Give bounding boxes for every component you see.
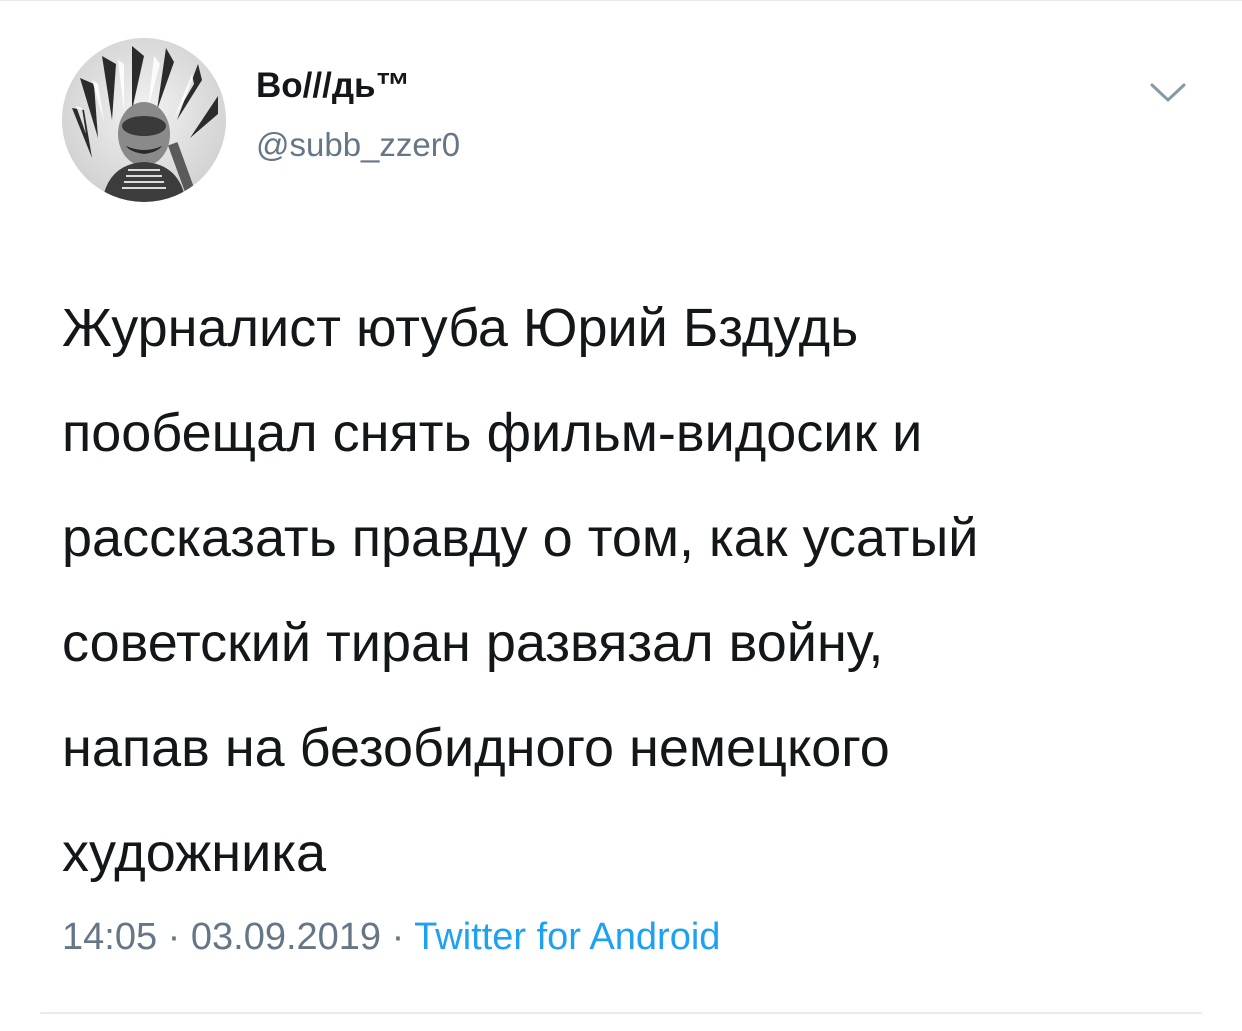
top-divider <box>0 0 1242 1</box>
tweet-text-line: советский тиран развязал войну, <box>62 613 884 673</box>
tweet-text-line: рассказать правду о том, как усатый <box>62 508 979 568</box>
author-handle[interactable]: @subb_zzer0 <box>256 128 460 161</box>
meta-separator: · <box>167 916 181 958</box>
tweet-source-link[interactable]: Twitter for Android <box>414 916 720 958</box>
avatar[interactable] <box>62 38 226 202</box>
bottom-divider <box>40 1012 1202 1014</box>
meta-separator: · <box>391 916 405 958</box>
author-display-name[interactable]: Во///дь™ <box>256 68 411 103</box>
chevron-down-icon[interactable] <box>1148 80 1188 106</box>
avatar-image <box>62 38 226 202</box>
tweet-time[interactable]: 14:05 <box>62 916 157 958</box>
tweet-text-line: художника <box>62 823 327 883</box>
tweet-text-line: пообещал снять фильм-видосик и <box>62 403 923 463</box>
tweet-text-line: Журналист ютуба Юрий Бздудь <box>62 298 859 358</box>
tweet-metadata: 14:05 · 03.09.2019 · Twitter for Android <box>62 918 720 956</box>
tweet-text-line: напав на безобидного немецкого <box>62 718 890 778</box>
tweet-date[interactable]: 03.09.2019 <box>191 916 381 958</box>
tweet-text: Журналист ютуба Юрий Бздудь пообещал сня… <box>62 276 1202 906</box>
